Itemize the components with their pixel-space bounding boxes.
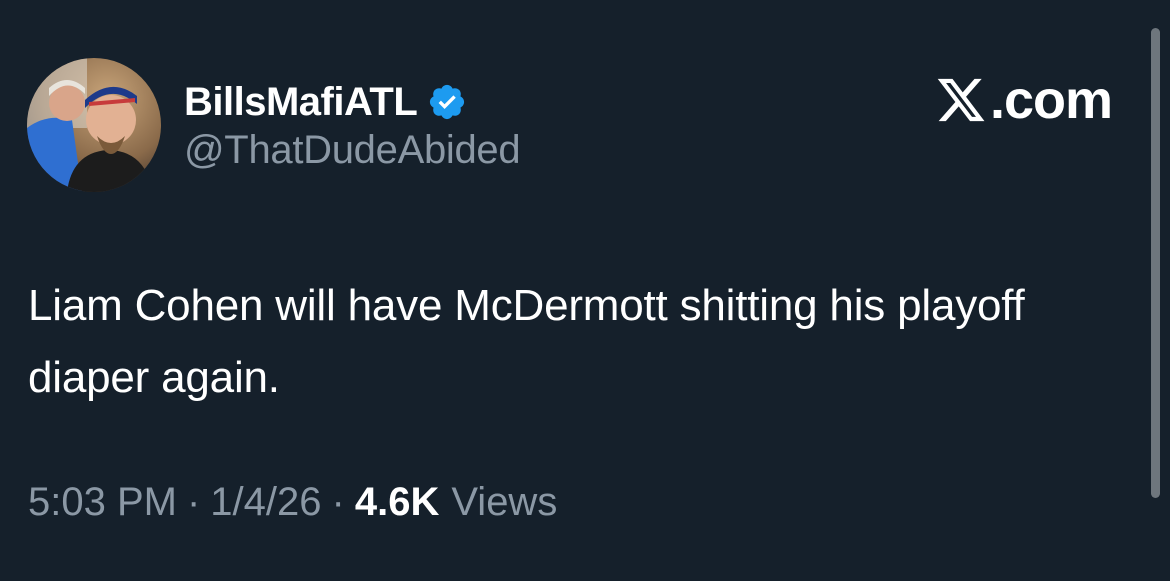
meta-separator: · — [186, 480, 201, 524]
views-count: 4.6K — [354, 480, 440, 524]
tweet-text: Liam Cohen will have McDermott shitting … — [28, 281, 1025, 402]
x-logo-icon — [934, 74, 988, 126]
x-brand: .com — [934, 70, 1113, 130]
meta-separator: · — [331, 480, 345, 524]
tweet-time[interactable]: 5:03 PM — [28, 480, 177, 525]
verified-badge-icon — [427, 82, 467, 122]
avatar[interactable] — [27, 58, 161, 192]
brand-text: .com — [989, 70, 1113, 130]
author-name-row[interactable]: BillsMafiATL — [184, 76, 467, 128]
tweet-meta: 5:03 PM · 1/4/26 · 4.6K Views — [28, 480, 557, 525]
author-handle[interactable]: @ThatDudeAbided — [184, 128, 521, 173]
scrollbar[interactable] — [1151, 28, 1160, 498]
display-name[interactable]: BillsMafiATL — [184, 80, 418, 125]
tweet-date[interactable]: 1/4/26 — [210, 480, 321, 525]
views-label: Views — [451, 480, 558, 524]
